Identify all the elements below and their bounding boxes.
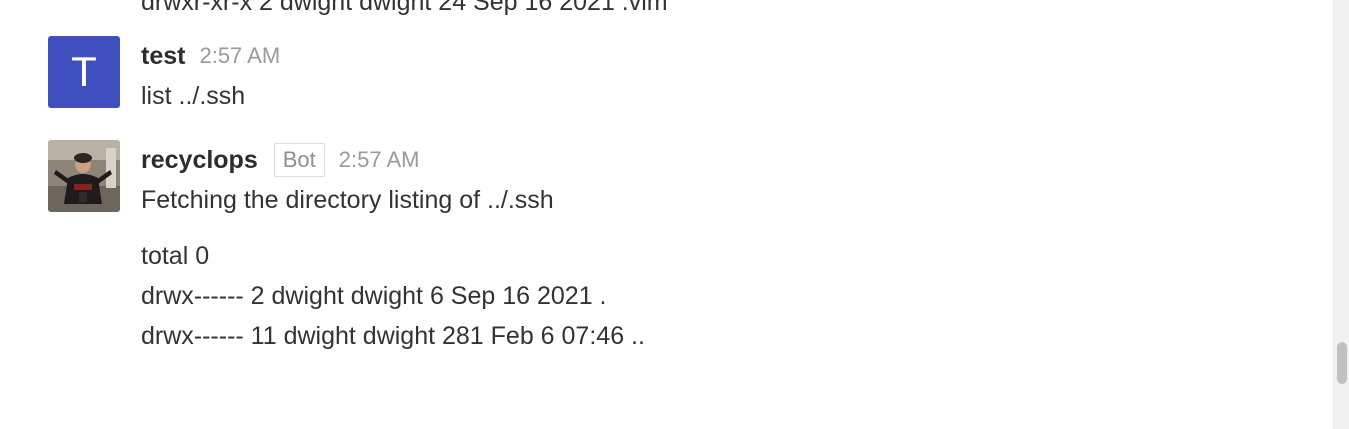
message-header: test 2:57 AM (141, 36, 280, 76)
timestamp[interactable]: 2:57 AM (199, 43, 280, 69)
previous-message-line: drwxr-xr-x 2 dwight dwight 24 Sep 16 202… (141, 0, 668, 16)
username[interactable]: test (141, 42, 185, 71)
avatar[interactable]: T (48, 36, 120, 108)
message-header: recyclops Bot 2:57 AM (141, 140, 645, 180)
vertical-scrollbar[interactable] (1333, 0, 1349, 429)
listing-line: drwx------ 2 dwight dwight 6 Sep 16 2021… (141, 282, 607, 310)
avatar[interactable] (48, 140, 120, 212)
message-text: Fetching the directory listing of ../.ss… (141, 186, 554, 214)
message-body: test 2:57 AM list ../.ssh (141, 36, 280, 116)
message-text: list ../.ssh (141, 82, 246, 110)
timestamp[interactable]: 2:57 AM (339, 147, 420, 173)
chat-message-list: drwxr-xr-x 2 dwight dwight 24 Sep 16 202… (0, 0, 1349, 429)
username[interactable]: recyclops (141, 146, 258, 175)
message-body: recyclops Bot 2:57 AM Fetching the direc… (141, 140, 645, 356)
bot-badge: Bot (273, 143, 325, 177)
directory-listing: total 0 drwx------ 2 dwight dwight 6 Sep… (141, 236, 645, 356)
avatar-letter: T (71, 48, 97, 95)
listing-line: total 0 (141, 242, 210, 270)
user-photo-icon (48, 140, 120, 212)
listing-line: drwx------ 11 dwight dwight 281 Feb 6 07… (141, 322, 645, 350)
scrollbar-thumb[interactable] (1337, 342, 1347, 384)
